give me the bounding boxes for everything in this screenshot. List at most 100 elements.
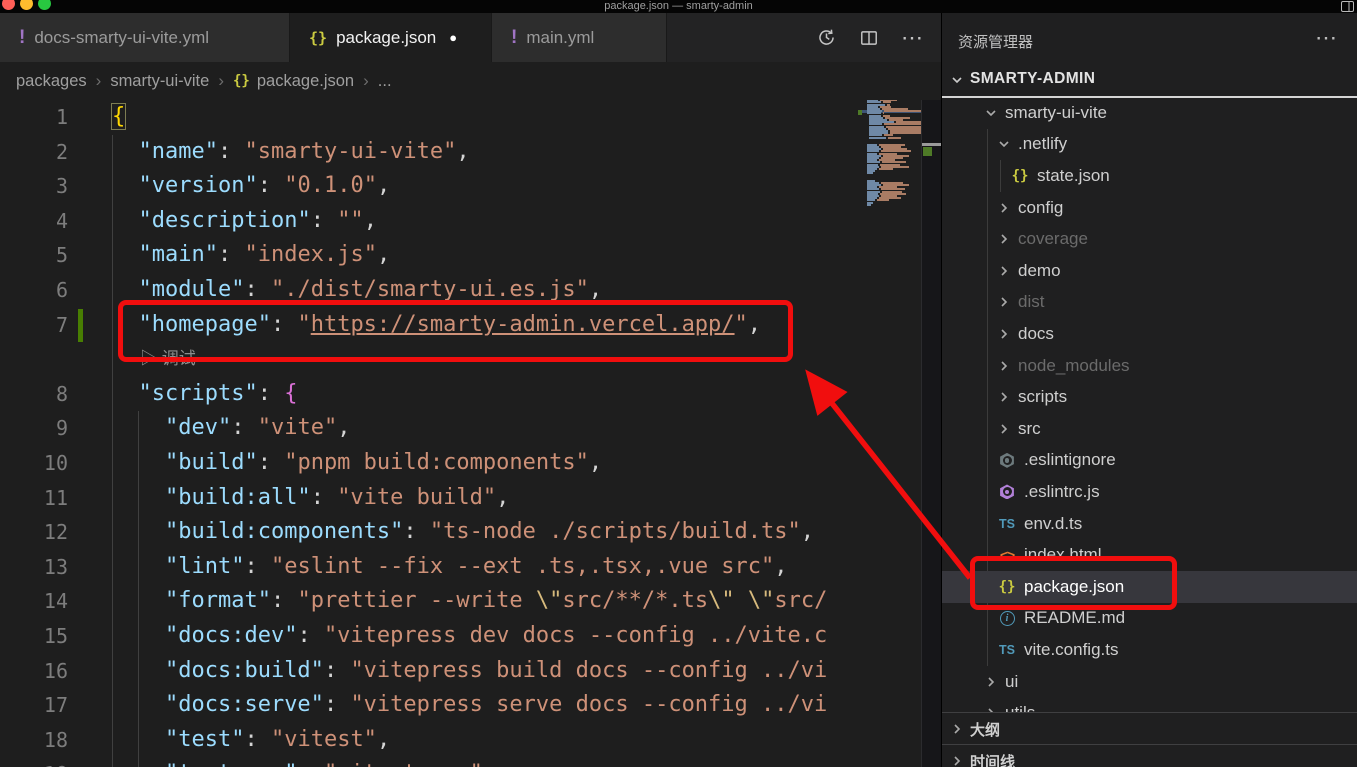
line-number: 3	[0, 169, 68, 204]
code-line-1: 1{	[0, 100, 855, 135]
breadcrumb-item-...[interactable]: ...	[378, 72, 392, 91]
line-number: 5	[0, 238, 68, 273]
tree-item-smarty-ui-vite[interactable]: smarty-ui-vite	[942, 97, 1357, 129]
tree-item-index.html[interactable]: <>index.html	[942, 539, 1357, 571]
chevron-right-icon[interactable]	[949, 753, 965, 767]
tab-label: docs-smarty-ui-vite.yml	[34, 28, 209, 48]
tree-item-utils[interactable]: utils	[942, 697, 1357, 712]
git-modified-gutter-marker	[78, 309, 83, 342]
code-text: "lint": "eslint --fix --ext .ts,.tsx,.vu…	[112, 550, 788, 585]
code-text: "test:run": "vitest run"	[112, 757, 483, 767]
code-text: "main": "index.js",	[112, 238, 390, 273]
code-text: "name": "smarty-ui-vite",	[112, 135, 470, 170]
tree-root-smarty-admin[interactable]: SMARTY-ADMIN	[942, 66, 1357, 96]
chevron-right-icon[interactable]	[983, 705, 999, 712]
chevron-right-icon[interactable]	[996, 200, 1012, 216]
tree-item-label: .netlify	[1018, 134, 1067, 154]
tree-item-label: vite.config.ts	[1024, 640, 1119, 660]
code-text: "build": "pnpm build:components",	[112, 446, 602, 481]
chevron-right-icon[interactable]	[996, 326, 1012, 342]
minimap-slider-edge	[922, 143, 942, 146]
chevron-down-icon[interactable]	[996, 136, 1012, 152]
code-text: "test": "vitest",	[112, 723, 390, 758]
tree-item-label: .eslintignore	[1024, 450, 1116, 470]
code-line-13: 13 "lint": "eslint --fix --ext .ts,.tsx,…	[0, 550, 855, 585]
tree-item-package.json[interactable]: {}package.json	[942, 571, 1357, 603]
breadcrumb-item-packages[interactable]: packages	[16, 72, 87, 91]
code-editor[interactable]: 1{2 "name": "smarty-ui-vite",3 "version"…	[0, 100, 855, 767]
code-text: "build:all": "vite build",	[112, 481, 509, 516]
code-line-3: 3 "version": "0.1.0",	[0, 169, 855, 204]
tree-item-label: src	[1018, 419, 1041, 439]
minimap[interactable]	[858, 97, 921, 517]
scrollbar-overview-ruler[interactable]	[921, 13, 942, 767]
ts-icon: TS	[996, 643, 1018, 657]
homepage-url-link[interactable]: https://smarty-admin.vercel.app/	[311, 312, 735, 337]
code-text: "build:components": "ts-node ./scripts/b…	[112, 515, 814, 550]
codelens-row: ▷ 调试	[0, 342, 855, 377]
tab-docs-smarty-ui-vite.yml[interactable]: !docs-smarty-ui-vite.yml	[0, 13, 290, 62]
tab-label: main.yml	[526, 28, 594, 48]
tree-item-env.d.ts[interactable]: TSenv.d.ts	[942, 508, 1357, 540]
tree-item-label: dist	[1018, 292, 1044, 312]
tree-item-.eslintignore[interactable]: .eslintignore	[942, 445, 1357, 477]
tree-item-config[interactable]: config	[942, 192, 1357, 224]
code-text: "scripts": {	[112, 377, 297, 412]
section-时间线[interactable]: 时间线	[942, 744, 1357, 767]
tree-item-README.md[interactable]: iREADME.md	[942, 603, 1357, 635]
codelens-debug-link[interactable]: ▷ 调试	[140, 342, 196, 377]
breadcrumb-item-package.json[interactable]: {}package.json	[233, 72, 354, 91]
more-icon[interactable]: ⋯	[901, 25, 925, 51]
line-number: 15	[0, 619, 68, 654]
tree-item-.eslintrc.js[interactable]: .eslintrc.js	[942, 476, 1357, 508]
chevron-down-icon[interactable]	[983, 105, 999, 121]
line-number: 6	[0, 273, 68, 308]
chevron-down-icon[interactable]	[949, 72, 965, 88]
eslint-purple-icon	[996, 484, 1018, 499]
tree-item-dist[interactable]: dist	[942, 287, 1357, 319]
line-number: 11	[0, 481, 68, 516]
chevron-right-icon[interactable]	[996, 389, 1012, 405]
tree-item-scripts[interactable]: scripts	[942, 381, 1357, 413]
tree-item-label: coverage	[1018, 229, 1088, 249]
explorer-more-actions-icon[interactable]: ⋯	[1315, 25, 1339, 51]
tab-main.yml[interactable]: !main.yml	[492, 13, 667, 62]
html-icon: <>	[996, 547, 1018, 563]
overview-modified-marker	[923, 147, 932, 156]
breadcrumb-item-smarty-ui-vite[interactable]: smarty-ui-vite	[110, 72, 209, 91]
code-text: "docs:dev": "vitepress dev docs --config…	[112, 619, 827, 654]
code-text: "version": "0.1.0",	[112, 169, 390, 204]
vscode-window: package.json — smarty-admin !docs-smarty…	[0, 0, 1357, 767]
tree-item-state.json[interactable]: {}state.json	[942, 160, 1357, 192]
history-icon[interactable]	[816, 27, 837, 48]
tree-item-node_modules[interactable]: node_modules	[942, 350, 1357, 382]
code-text: "dev": "vite",	[112, 411, 350, 446]
code-line-11: 11 "build:all": "vite build",	[0, 481, 855, 516]
modified-dot-icon[interactable]: ●	[449, 30, 457, 45]
tree-item-src[interactable]: src	[942, 413, 1357, 445]
split-editor-icon[interactable]	[859, 28, 879, 48]
chevron-right-icon[interactable]	[996, 294, 1012, 310]
chevron-right-icon[interactable]	[996, 421, 1012, 437]
line-number: 2	[0, 135, 68, 170]
code-line-9: 9 "dev": "vite",	[0, 411, 855, 446]
chevron-right-icon[interactable]	[996, 358, 1012, 374]
tree-item-label: README.md	[1024, 608, 1125, 628]
chevron-right-icon[interactable]	[983, 674, 999, 690]
tree-item-.netlify[interactable]: .netlify	[942, 129, 1357, 161]
tree-item-demo[interactable]: demo	[942, 255, 1357, 287]
tree-item-ui[interactable]: ui	[942, 666, 1357, 698]
breadcrumb-label: ...	[378, 72, 392, 91]
chevron-right-icon[interactable]	[996, 263, 1012, 279]
tab-package.json[interactable]: {}package.json●	[290, 13, 492, 62]
section-大纲[interactable]: 大纲	[942, 712, 1357, 745]
chevron-right-icon[interactable]	[949, 721, 965, 737]
tree-item-docs[interactable]: docs	[942, 318, 1357, 350]
tree-item-coverage[interactable]: coverage	[942, 223, 1357, 255]
chevron-right-icon[interactable]	[996, 231, 1012, 247]
tree-item-vite.config.ts[interactable]: TS vite.config.ts	[942, 634, 1357, 666]
customize-layout-icon[interactable]	[1341, 1, 1354, 12]
code-line-19: 19 "test:run": "vitest run"	[0, 757, 855, 767]
code-text: "description": "",	[112, 204, 377, 239]
window-title: package.json — smarty-admin	[0, 0, 1357, 12]
